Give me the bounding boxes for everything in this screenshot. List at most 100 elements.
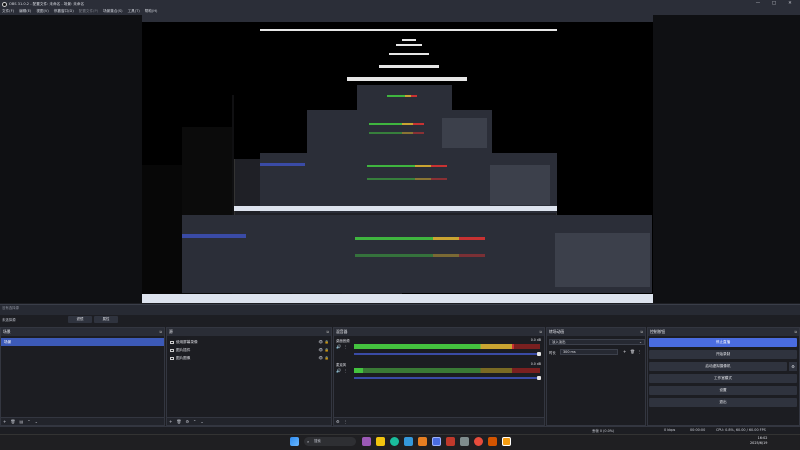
edge-icon[interactable]	[390, 437, 399, 446]
button-label: 工作室模式	[714, 376, 732, 380]
lock-icon[interactable]: 🔒	[325, 346, 329, 354]
menu-tools[interactable]: 工具(T)	[128, 9, 140, 14]
start-virtual-camera-button[interactable]: 启动虚拟摄像机	[649, 362, 787, 371]
speaker-icon[interactable]: 🔊	[336, 344, 341, 350]
image-source-icon	[170, 356, 174, 360]
minimize-icon[interactable]: —	[752, 0, 764, 8]
move-up-icon[interactable]: ⌃	[27, 419, 30, 424]
channel-settings-icon[interactable]: ⋮	[344, 369, 348, 373]
transition-select[interactable]: 淡入淡出 ⌄	[549, 339, 645, 345]
no-source-label: 没有选择源	[2, 306, 19, 310]
mixer-title: 混音器	[336, 329, 348, 334]
source-item-label: 使用屏幕录像	[176, 340, 198, 344]
dock-float-icon[interactable]: ⧉	[539, 328, 542, 336]
browser-icon[interactable]	[446, 437, 455, 446]
scene-item-label: 场景	[4, 340, 12, 344]
add-source-icon[interactable]: +	[169, 419, 172, 424]
preview-canvas[interactable]	[142, 15, 653, 303]
window-title: OBS 31.0.2 - 配置文件: 未命名 - 场景: 未命名	[9, 1, 85, 6]
menu-profile[interactable]: 配置文件(P)	[79, 9, 98, 14]
properties-button[interactable]: 属性	[94, 316, 118, 323]
lock-icon[interactable]: 🔒	[325, 354, 329, 362]
duration-field[interactable]: 300 ms	[560, 349, 618, 355]
advanced-audio-icon[interactable]: ⚙	[336, 419, 340, 424]
mixer-channel: 桌面音频 0.0 dB 🔊 ⋮	[334, 336, 544, 360]
settings-button[interactable]: 设置	[649, 386, 797, 395]
move-up-icon[interactable]: ⌃	[193, 419, 196, 424]
source-item[interactable]: 图片图像 👁 🔒	[167, 354, 331, 362]
properties-label: 属性	[102, 317, 110, 321]
eye-icon[interactable]: 👁	[318, 346, 323, 354]
dock-float-icon[interactable]: ⧉	[794, 328, 797, 336]
volume-slider-knob[interactable]	[537, 352, 541, 356]
source-item[interactable]: 使用屏幕录像 👁 🔒	[167, 338, 331, 346]
studio-mode-button[interactable]: 工作室模式	[649, 374, 797, 383]
paint-icon[interactable]	[418, 437, 427, 446]
add-transition-icon[interactable]: +	[623, 349, 626, 354]
folder-icon[interactable]	[376, 437, 385, 446]
source-properties-icon[interactable]: ⚙	[185, 419, 189, 424]
button-label: 启动虚拟摄像机	[705, 364, 731, 368]
move-down-icon[interactable]: ⌄	[35, 419, 38, 424]
menu-docks[interactable]: 停靠窗口(D)	[54, 9, 74, 14]
transitions-header: 转场动画 ⧉	[547, 328, 645, 336]
volume-slider[interactable]	[354, 352, 541, 356]
volume-slider[interactable]	[354, 376, 541, 380]
eye-icon[interactable]: 👁	[318, 338, 323, 346]
source-item[interactable]: 图片插件 👁 🔒	[167, 346, 331, 354]
virtual-camera-settings-icon[interactable]: ⚙	[789, 362, 797, 371]
scene-item[interactable]: 场景	[1, 338, 164, 346]
recorder-icon[interactable]	[488, 437, 497, 446]
stream-time: 00:00:00	[690, 428, 706, 432]
scenes-title: 场景	[3, 329, 11, 334]
obs-icon[interactable]	[432, 437, 441, 446]
filters-button[interactable]: 滤镜	[68, 316, 92, 323]
active-app-icon[interactable]	[502, 437, 511, 446]
menu-help[interactable]: 帮助(H)	[145, 9, 158, 14]
settings-icon[interactable]	[460, 437, 469, 446]
scenes-toolbar: + 🗑 ▤ ⌃ ⌄	[1, 417, 164, 425]
scene-filters-icon[interactable]: ▤	[19, 419, 23, 424]
taskbar-clock[interactable]: 16:02 2025/6/19	[750, 436, 767, 445]
sources-header: 源 ⧉	[167, 328, 331, 336]
status-bar	[0, 426, 800, 434]
mixer-channel: 麦克风 0.0 dB 🔊 ⋮	[334, 360, 544, 384]
mixer-menu-icon[interactable]: ⋮	[344, 419, 348, 424]
dock-float-icon[interactable]: ⧉	[159, 328, 162, 336]
obs-logo-icon	[2, 1, 7, 7]
exit-button[interactable]: 退出	[649, 398, 797, 407]
menu-file[interactable]: 文件(F)	[2, 9, 14, 14]
volume-slider-knob[interactable]	[537, 376, 541, 380]
speaker-icon[interactable]: 🔊	[336, 368, 341, 374]
game-icon[interactable]	[474, 437, 483, 446]
maximize-icon[interactable]: □	[768, 0, 780, 8]
store-icon[interactable]	[404, 437, 413, 446]
scenes-dock: 场景 ⧉ 场景 + 🗑 ▤ ⌃ ⌄	[0, 327, 165, 426]
menu-view[interactable]: 视图(V)	[36, 9, 48, 14]
menu-edit[interactable]: 编辑(E)	[19, 9, 31, 14]
chevron-down-icon: ⌄	[639, 340, 642, 344]
transition-menu-icon[interactable]: ⋮	[638, 349, 642, 354]
dock-float-icon[interactable]: ⧉	[640, 328, 643, 336]
controls-header: 控制按钮 ⧉	[648, 328, 799, 336]
chat-app-icon[interactable]	[362, 437, 371, 446]
channel-settings-icon[interactable]: ⋮	[344, 345, 348, 349]
cpu-fps: CPU: 0.8%, 60.00 / 60.00 FPS	[716, 428, 766, 432]
dock-float-icon[interactable]: ⧉	[326, 328, 329, 336]
close-icon[interactable]: ✕	[784, 0, 796, 8]
menu-scene-collection[interactable]: 场景集合(S)	[103, 9, 122, 14]
remove-transition-icon[interactable]: 🗑	[630, 349, 635, 354]
taskbar-search[interactable]: ⌕ 搜索	[304, 437, 356, 446]
mixer-toolbar: ⚙ ⋮	[334, 417, 544, 425]
start-recording-button[interactable]: 开始录制	[649, 350, 797, 359]
volume-meter	[354, 368, 540, 373]
eye-icon[interactable]: 👁	[318, 354, 323, 362]
move-down-icon[interactable]: ⌄	[200, 419, 203, 424]
clock-date: 2025/6/19	[750, 440, 768, 445]
lock-icon[interactable]: 🔒	[325, 338, 329, 346]
add-scene-icon[interactable]: +	[3, 419, 6, 424]
stop-streaming-button[interactable]: 停止直播	[649, 338, 797, 347]
remove-source-icon[interactable]: 🗑	[176, 419, 181, 424]
start-icon[interactable]	[290, 437, 299, 446]
remove-scene-icon[interactable]: 🗑	[10, 419, 15, 424]
